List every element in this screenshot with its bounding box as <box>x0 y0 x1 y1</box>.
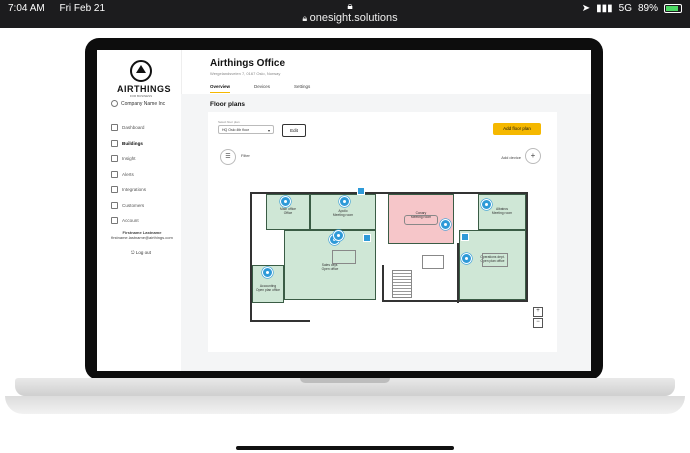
sensor-icon[interactable] <box>339 196 350 207</box>
url-text: onesight.solutions <box>309 12 398 24</box>
sidebar-item-label: Integrations <box>122 187 147 193</box>
people-icon <box>111 201 118 209</box>
status-time: 7:04 AM <box>8 3 45 14</box>
location-icon: ➤ <box>581 3 591 14</box>
sensor-icon[interactable] <box>333 230 344 241</box>
room-type: Meeting room <box>332 213 354 217</box>
company-switcher[interactable]: Company Name Inc <box>111 100 165 107</box>
edit-button[interactable]: Edit <box>282 124 306 137</box>
tab-overview[interactable]: Overview <box>210 84 231 93</box>
table-shape <box>332 250 356 264</box>
sensor-icon[interactable] <box>280 196 291 207</box>
room-albatros[interactable]: Albatros Meeting room <box>478 194 526 230</box>
tab-devices[interactable]: Devices <box>254 84 270 93</box>
page-subtitle: Wergelandsveien 7, 0167 Oslo, Norway <box>210 71 281 76</box>
filter-label: Filter <box>241 153 250 158</box>
building-icon <box>111 139 118 147</box>
room-type: Meeting room <box>491 211 513 215</box>
sidebar-item-customers[interactable]: Customers <box>111 198 175 214</box>
logo-subtext: FOR BUSINESS <box>129 94 153 98</box>
sidebar-item-integrations[interactable]: Integrations <box>111 182 175 198</box>
company-icon <box>111 100 118 107</box>
zoom-out-button[interactable]: − <box>533 318 543 328</box>
room-apollo[interactable]: Apollo Meeting room <box>310 194 376 230</box>
user-email: firstname.lastname@airthings.com <box>111 235 173 240</box>
signal-icon: ▮▮▮ <box>596 3 613 14</box>
add-device-label: Add device <box>501 155 521 160</box>
wall <box>382 300 528 302</box>
floor-plan-select[interactable]: HQ Oslo 4th floor ▾ <box>218 125 274 134</box>
stair-shape <box>392 270 412 298</box>
sidebar-item-label: Account <box>122 218 139 224</box>
airthings-logo[interactable]: AIRTHINGS FOR BUSINESS <box>117 60 171 98</box>
status-date: Fri Feb 21 <box>59 3 106 14</box>
home-indicator[interactable] <box>236 446 454 450</box>
select-label: Select floor plan <box>218 120 240 124</box>
sidebar-item-account[interactable]: Account <box>111 213 175 229</box>
table-shape <box>422 255 444 269</box>
room-type: Open plan office <box>256 288 280 292</box>
sidebar-item-label: Buildings <box>122 140 143 146</box>
sidebar-item-label: Customers <box>122 202 145 208</box>
wall <box>250 320 310 322</box>
plug-icon <box>111 186 118 194</box>
sidebar-item-label: Dashboard <box>122 125 145 131</box>
sensor-square-icon[interactable] <box>363 234 371 242</box>
room-main-office[interactable]: Main office Office <box>266 194 310 230</box>
logo-text: AIRTHINGS <box>117 84 171 94</box>
sensor-icon[interactable] <box>262 267 273 278</box>
select-value: HQ Oslo 4th floor <box>222 128 250 132</box>
room-type: Open office <box>321 267 339 271</box>
add-device-button[interactable]: + <box>525 148 541 164</box>
sensor-icon[interactable] <box>440 219 451 230</box>
filter-icon[interactable]: ☰ <box>220 149 236 165</box>
room-accounting[interactable]: Accounting Open plan office <box>252 265 284 303</box>
sidebar: AIRTHINGS FOR BUSINESS Company Name Inc … <box>97 50 182 371</box>
logout-label: Log out <box>135 250 151 255</box>
table-shape <box>404 215 438 225</box>
logout-button[interactable]: ⎋ Log out <box>131 250 151 255</box>
page-title: Airthings Office <box>210 58 286 69</box>
sidebar-nav: Dashboard Buildings Insight Alerts Integ… <box>111 120 175 229</box>
wall <box>526 192 528 302</box>
wall <box>382 265 384 302</box>
sidebar-item-buildings[interactable]: Buildings <box>111 136 175 152</box>
address-bar[interactable]: 🔒︎ onesight.solutions <box>290 12 410 24</box>
logo-icon <box>130 60 152 82</box>
section-title: Floor plans <box>210 101 246 108</box>
bell-icon <box>111 170 118 178</box>
laptop-screen: AIRTHINGS FOR BUSINESS Company Name Inc … <box>97 50 591 371</box>
floor-plan: Main office Office Apollo Meeting room C… <box>232 175 532 325</box>
sidebar-item-insight[interactable]: Insight <box>111 151 175 167</box>
sidebar-item-dashboard[interactable]: Dashboard <box>111 120 175 136</box>
sensor-square-icon[interactable] <box>461 233 469 241</box>
lock-icon: 🔒︎ <box>347 1 353 12</box>
company-name: Company Name Inc <box>121 100 166 107</box>
chevron-down-icon: ▾ <box>267 128 270 133</box>
sensor-square-icon[interactable] <box>357 187 365 195</box>
sidebar-item-label: Insight <box>122 156 136 162</box>
user-info: Firstname Lastname firstname.lastname@ai… <box>105 230 179 240</box>
tab-settings[interactable]: Settings <box>294 84 310 93</box>
zoom-in-button[interactable]: + <box>533 307 543 317</box>
dashboard-icon <box>111 124 118 132</box>
room-type: Office <box>283 211 293 215</box>
add-floor-plan-button[interactable]: Add floor plan <box>493 123 541 135</box>
battery-level: 89% <box>637 3 658 14</box>
sidebar-item-label: Alerts <box>122 171 134 177</box>
network-type: 5G <box>618 3 632 14</box>
sidebar-item-alerts[interactable]: Alerts <box>111 167 175 183</box>
gear-icon <box>111 217 118 225</box>
laptop-notch <box>300 378 390 383</box>
tab-bar: Overview Devices Settings <box>210 84 310 93</box>
room-sales[interactable]: Sales dept. Open office <box>284 230 376 300</box>
lock-icon: 🔒︎ <box>302 13 310 23</box>
insight-icon <box>111 155 118 163</box>
laptop-shadow <box>5 396 685 414</box>
table-shape <box>482 253 508 267</box>
battery-icon <box>664 4 682 13</box>
